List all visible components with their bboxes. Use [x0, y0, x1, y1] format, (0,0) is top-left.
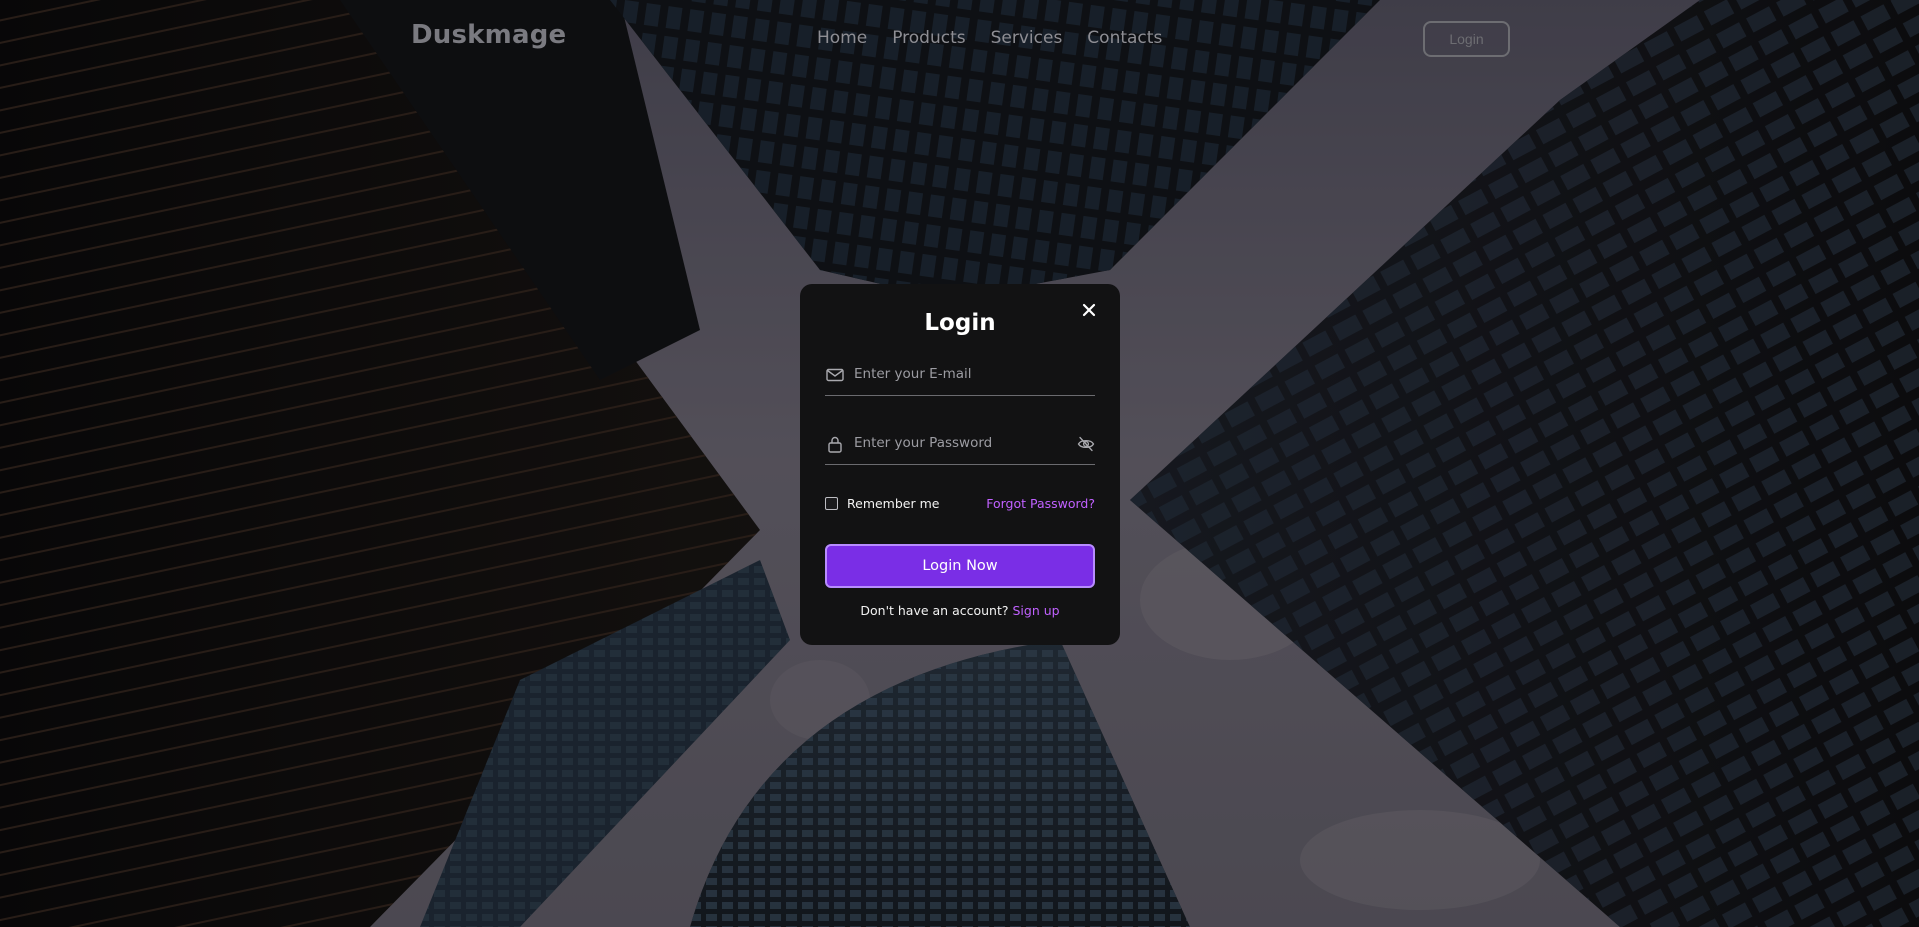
nav-home[interactable]: Home	[817, 28, 867, 48]
forgot-password-link[interactable]: Forgot Password?	[986, 496, 1095, 511]
remember-label: Remember me	[847, 496, 940, 511]
modal-title: Login	[924, 310, 996, 336]
site-header: Duskmage Home Products Services Contacts…	[0, 0, 1919, 78]
mail-icon	[826, 368, 844, 382]
login-now-button[interactable]: Login Now	[825, 544, 1095, 588]
no-account-text: Don't have an account?	[860, 603, 1009, 618]
password-field	[825, 423, 1095, 465]
email-input[interactable]	[854, 362, 1069, 386]
eye-off-icon[interactable]	[1077, 435, 1095, 453]
nav-products[interactable]: Products	[892, 28, 965, 48]
signup-link[interactable]: Sign up	[1013, 603, 1060, 618]
remember-me[interactable]: Remember me	[825, 496, 939, 511]
main-nav: Home Products Services Contacts	[817, 28, 1187, 48]
site-logo[interactable]: Duskmage	[411, 20, 566, 50]
signup-row: Don't have an account? Sign up	[800, 603, 1120, 618]
nav-services[interactable]: Services	[991, 28, 1063, 48]
lock-icon	[828, 436, 842, 453]
nav-contacts[interactable]: Contacts	[1087, 28, 1162, 48]
login-modal: Login Remember me Forgot Password? Login…	[800, 284, 1120, 645]
remember-checkbox[interactable]	[825, 497, 838, 510]
header-login-button[interactable]: Login	[1423, 21, 1510, 57]
email-field	[825, 354, 1095, 396]
password-input[interactable]	[854, 431, 1069, 455]
